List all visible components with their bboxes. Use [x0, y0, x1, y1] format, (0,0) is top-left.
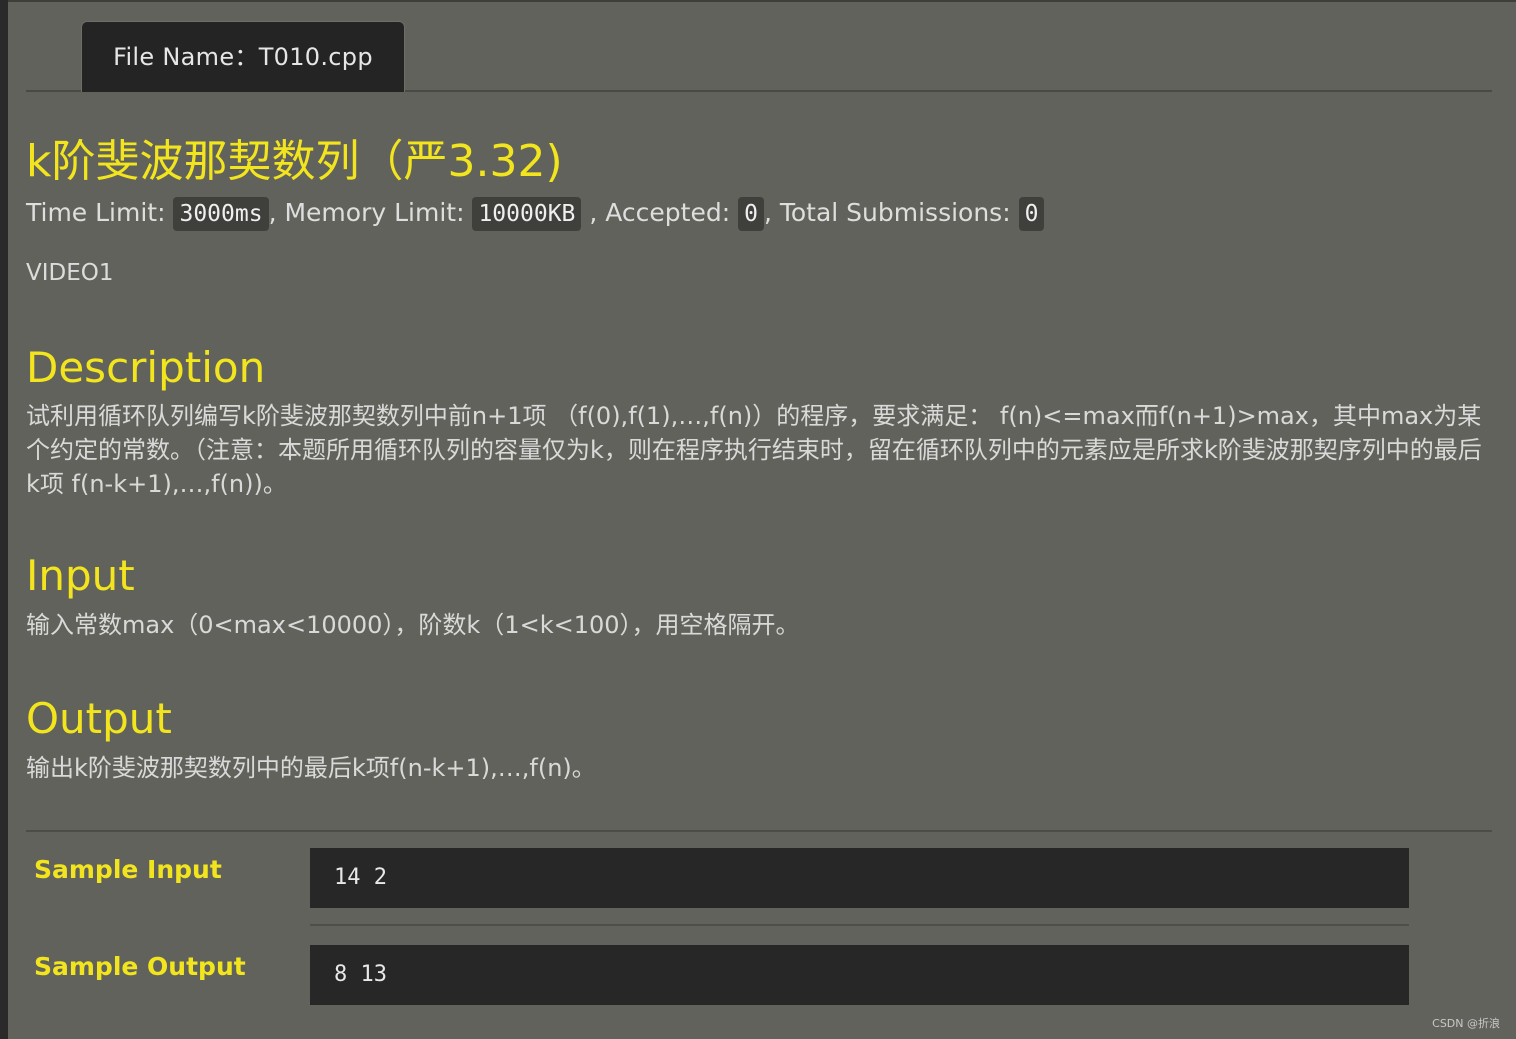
output-body: 输出k阶斐波那契数列中的最后k项f(n-k+1),…,f(n)。 — [26, 754, 596, 782]
sample-output-label: Sample Output — [34, 952, 246, 981]
accepted-label: , Accepted: — [589, 198, 731, 227]
output-heading: Output — [26, 694, 172, 743]
sample-separator — [310, 924, 1409, 926]
sample-output-box[interactable]: 8 13 — [310, 945, 1409, 1005]
input-body: 输入常数max（0<max<10000），阶数k（1<k<100），用空格隔开。 — [26, 611, 800, 639]
total-submissions-label: , Total Submissions: — [763, 198, 1011, 227]
input-heading: Input — [26, 551, 135, 600]
time-limit-label: Time Limit: — [26, 198, 166, 227]
problem-limits: Time Limit: 3000ms, Memory Limit: 10000K… — [26, 194, 1045, 232]
samples-divider — [26, 830, 1492, 832]
sample-input-label: Sample Input — [34, 855, 222, 884]
problem-page: File Name：T010.cpp k阶斐波那契数列（严3.32) Time … — [8, 0, 1516, 1039]
video-link[interactable]: VIDEO1 — [26, 257, 114, 289]
description-heading: Description — [26, 343, 266, 392]
memory-limit-label: , Memory Limit: — [268, 198, 465, 227]
time-limit-value: 3000ms — [173, 197, 269, 231]
problem-title: k阶斐波那契数列（严3.32) — [26, 136, 563, 187]
csdn-watermark: CSDN @折浪 — [1432, 1017, 1500, 1030]
description-body: 试利用循环队列编写k阶斐波那契数列中前n+1项 （f(0),f(1),…,f(n… — [26, 402, 1482, 498]
total-submissions-count: 0 — [1018, 197, 1045, 231]
sample-input-box[interactable]: 14 2 — [310, 848, 1409, 908]
accepted-count: 0 — [738, 197, 764, 231]
memory-limit-value: 10000KB — [472, 197, 582, 231]
file-name-tab[interactable]: File Name：T010.cpp — [81, 21, 405, 92]
